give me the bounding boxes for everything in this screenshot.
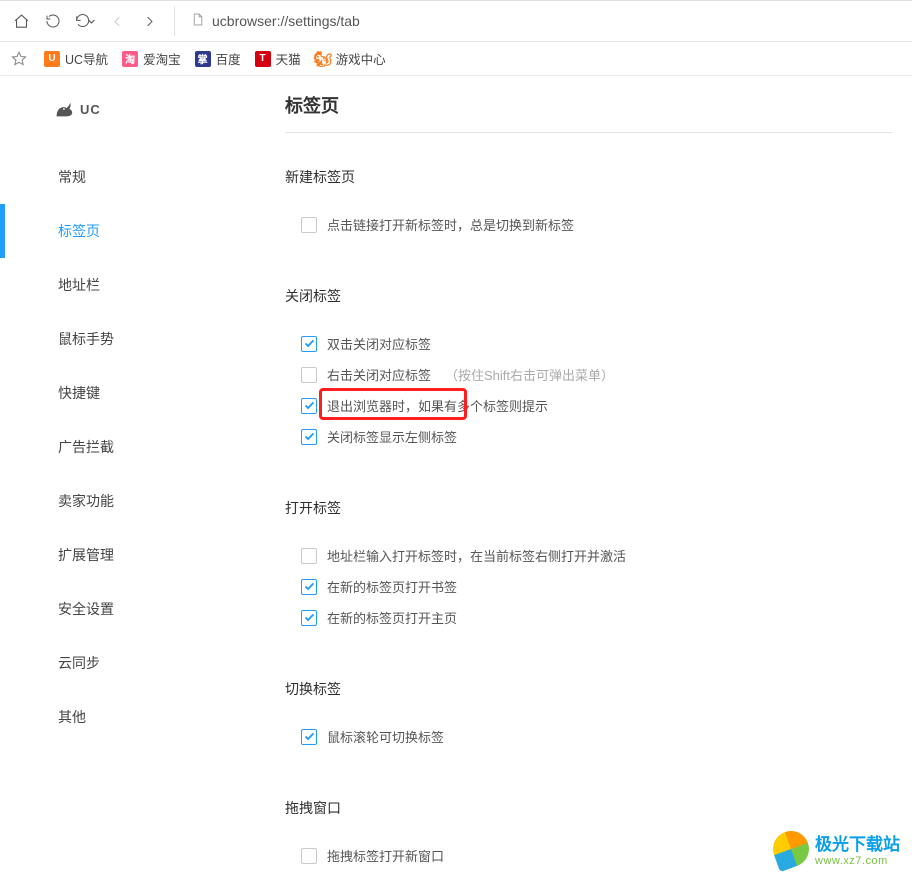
sidebar-item[interactable]: 卖家功能 [0, 474, 225, 528]
settings-section: 切换标签鼠标滚轮可切换标签 [285, 679, 892, 752]
bookmark-item[interactable]: T 天猫 [255, 49, 301, 68]
watermark-logo-icon [768, 825, 814, 871]
settings-section: 关闭标签双击关闭对应标签右击关闭对应标签 （按住Shift右击可弹出菜单） 退出浏览… [285, 286, 892, 452]
checkbox[interactable] [301, 217, 317, 233]
watermark-url: www.xz7.com [815, 855, 900, 867]
option-row[interactable]: 双击关闭对应标签 [285, 328, 892, 359]
settings-section: 新建标签页点击链接打开新标签时，总是切换到新标签 [285, 167, 892, 240]
checkbox[interactable] [301, 729, 317, 745]
section-title: 关闭标签 [285, 286, 892, 306]
address-bar[interactable]: ucbrowser://settings/tab [174, 6, 906, 36]
option-row[interactable]: 地址栏输入打开标签时，在当前标签右侧打开并激活 [285, 540, 892, 571]
refresh-button[interactable] [38, 6, 68, 36]
option-label: 退出浏览器时，如果有多个标签则提示 [327, 396, 548, 415]
favicon-icon: T [255, 51, 271, 67]
browser-toolbar: ucbrowser://settings/tab [0, 0, 912, 42]
settings-section: 打开标签地址栏输入打开标签时，在当前标签右侧打开并激活在新的标签页打开书签在新的… [285, 498, 892, 633]
bookmark-label: 游戏中心 [336, 49, 386, 68]
brand-name: UC [80, 102, 101, 117]
page-title: 标签页 [285, 92, 892, 118]
option-label: 地址栏输入打开标签时，在当前标签右侧打开并激活 [327, 546, 626, 565]
bookmarks-bar: U UC导航 淘 爱淘宝 掌 百度 T 天猫 🐿 游戏中心 [0, 42, 912, 76]
option-label: 在新的标签页打开主页 [327, 608, 457, 627]
option-label: 点击链接打开新标签时，总是切换到新标签 [327, 215, 574, 234]
bookmark-label: UC导航 [65, 49, 108, 68]
option-row[interactable]: 退出浏览器时，如果有多个标签则提示 [285, 390, 892, 421]
sidebar-item[interactable]: 广告拦截 [0, 420, 225, 474]
address-url: ucbrowser://settings/tab [212, 13, 360, 29]
bookmark-star-button[interactable] [8, 51, 30, 67]
back-button[interactable] [102, 6, 132, 36]
sidebar-item[interactable]: 地址栏 [0, 258, 225, 312]
option-row[interactable]: 鼠标滚轮可切换标签 [285, 721, 892, 752]
option-label: 双击关闭对应标签 [327, 334, 431, 353]
checkbox[interactable] [301, 398, 317, 414]
sidebar-item[interactable]: 常规 [0, 150, 225, 204]
section-title: 拖拽窗口 [285, 798, 892, 818]
option-row[interactable]: 在新的标签页打开主页 [285, 602, 892, 633]
favicon-icon: 掌 [195, 51, 211, 67]
page-icon [191, 12, 204, 30]
bookmark-item[interactable]: U UC导航 [44, 49, 108, 68]
sidebar-item[interactable]: 鼠标手势 [0, 312, 225, 366]
option-label: 鼠标滚轮可切换标签 [327, 727, 444, 746]
favicon-icon: 淘 [122, 51, 138, 67]
sidebar-item[interactable]: 扩展管理 [0, 528, 225, 582]
option-row[interactable]: 在新的标签页打开书签 [285, 571, 892, 602]
bookmark-item[interactable]: 掌 百度 [195, 49, 241, 68]
sidebar-item[interactable]: 云同步 [0, 636, 225, 690]
bookmark-item[interactable]: 🐿 游戏中心 [315, 49, 386, 68]
checkbox[interactable] [301, 367, 317, 383]
settings-sidebar: UC 常规标签页地址栏鼠标手势快捷键广告拦截卖家功能扩展管理安全设置云同步其他 [0, 76, 225, 877]
option-row[interactable]: 点击链接打开新标签时，总是切换到新标签 [285, 209, 892, 240]
section-title: 新建标签页 [285, 167, 892, 187]
sidebar-item[interactable]: 标签页 [0, 204, 225, 258]
section-title: 切换标签 [285, 679, 892, 699]
checkbox[interactable] [301, 579, 317, 595]
settings-content: 标签页 新建标签页点击链接打开新标签时，总是切换到新标签关闭标签双击关闭对应标签… [225, 76, 912, 877]
option-row[interactable]: 关闭标签显示左侧标签 [285, 421, 892, 452]
option-label: 右击关闭对应标签 [327, 365, 431, 384]
home-button[interactable] [6, 6, 36, 36]
bookmark-label: 百度 [216, 49, 241, 68]
option-label: 关闭标签显示左侧标签 [327, 427, 457, 446]
brand-logo: UC [0, 88, 225, 150]
main-area: UC 常规标签页地址栏鼠标手势快捷键广告拦截卖家功能扩展管理安全设置云同步其他 … [0, 76, 912, 877]
sidebar-item[interactable]: 安全设置 [0, 582, 225, 636]
favicon-icon: U [44, 51, 60, 67]
bookmark-label: 爱淘宝 [143, 49, 181, 68]
bookmark-item[interactable]: 淘 爱淘宝 [122, 49, 181, 68]
watermark: 极光下载站 www.xz7.com [773, 830, 900, 867]
favicon-icon: 🐿 [315, 51, 331, 67]
checkbox[interactable] [301, 429, 317, 445]
option-label: 在新的标签页打开书签 [327, 577, 457, 596]
option-label: 拖拽标签打开新窗口 [327, 846, 444, 865]
section-title: 打开标签 [285, 498, 892, 518]
option-row[interactable]: 右击关闭对应标签 （按住Shift右击可弹出菜单） [285, 359, 892, 390]
checkbox[interactable] [301, 336, 317, 352]
history-button[interactable] [70, 6, 100, 36]
watermark-title: 极光下载站 [815, 830, 900, 855]
checkbox[interactable] [301, 548, 317, 564]
forward-button[interactable] [134, 6, 164, 36]
option-hint: （按住Shift右击可弹出菜单） [445, 365, 614, 384]
sidebar-item[interactable]: 快捷键 [0, 366, 225, 420]
checkbox[interactable] [301, 848, 317, 864]
checkbox[interactable] [301, 610, 317, 626]
sidebar-item[interactable]: 其他 [0, 690, 225, 744]
bookmark-label: 天猫 [276, 49, 301, 68]
uc-squirrel-icon [52, 98, 74, 120]
